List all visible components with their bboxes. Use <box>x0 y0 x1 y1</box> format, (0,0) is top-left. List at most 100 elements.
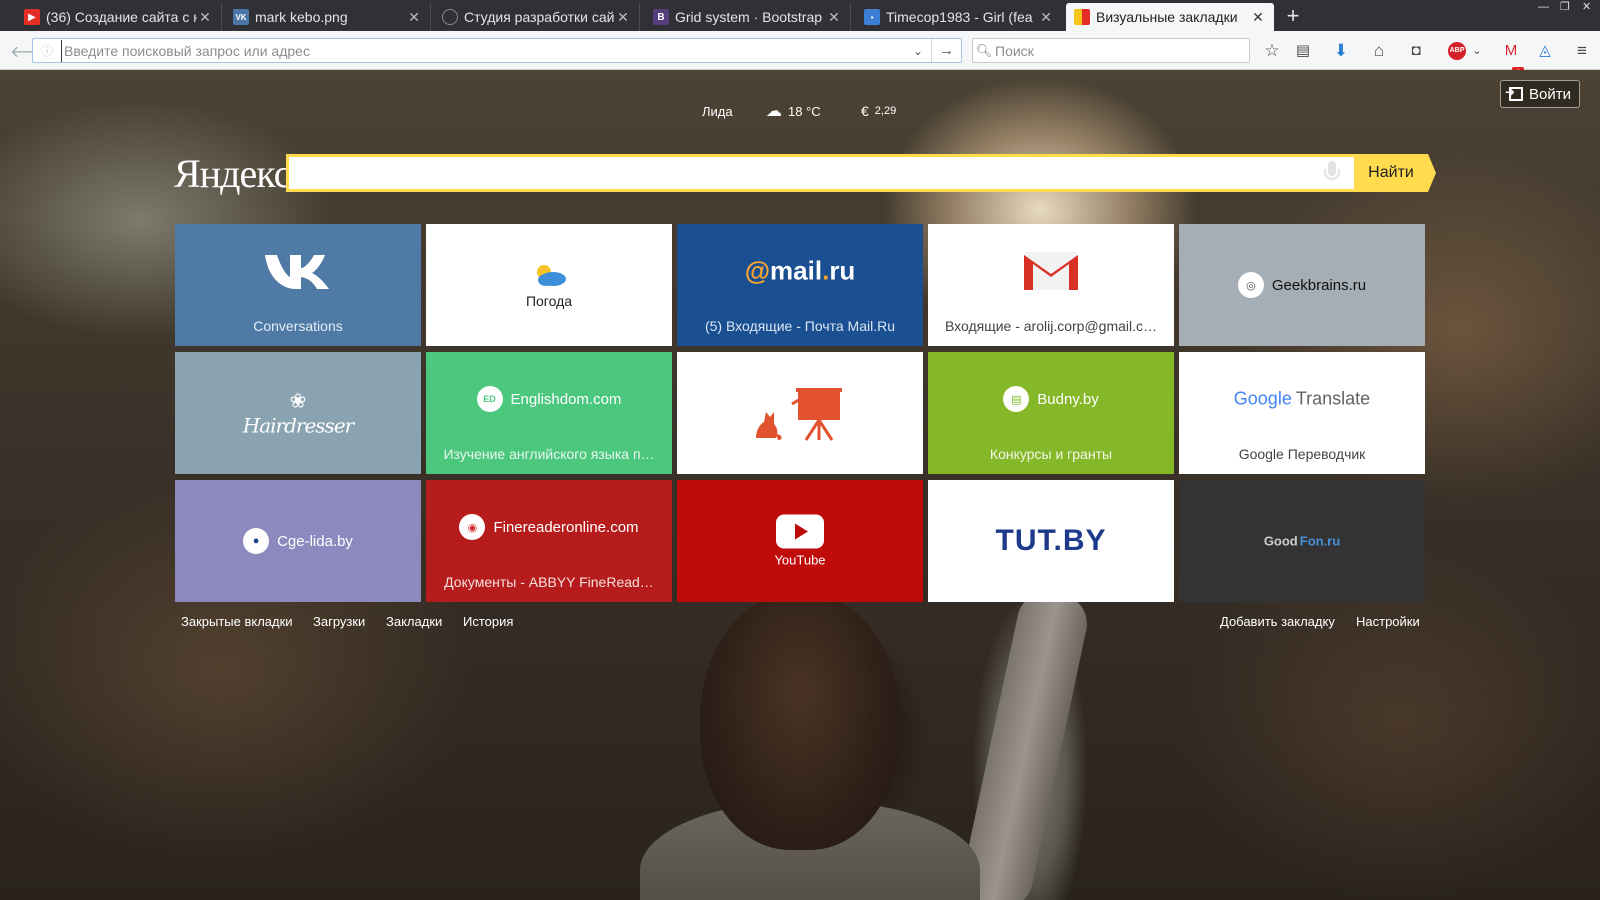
goodfon-logo-fon: Fon.ru <box>1299 533 1341 549</box>
photo-head <box>700 590 900 850</box>
adblock-icon[interactable]: ABP <box>1448 42 1466 60</box>
star-icon[interactable]: ☆ <box>1261 40 1283 62</box>
tab-studio[interactable]: Студия разработки сай ✕ <box>434 3 640 31</box>
weather-temperature: 18 °C <box>788 103 821 119</box>
tile-youtube[interactable]: YouTube <box>677 480 923 602</box>
tile-conversations[interactable]: Conversations <box>175 224 421 346</box>
vk-icon: VK <box>233 9 249 25</box>
youtube-icon: ▶ <box>24 9 40 25</box>
tile-geekbrains[interactable]: ◎ Geekbrains.ru <box>1179 224 1425 346</box>
download-icon[interactable]: ⬇ <box>1330 40 1352 62</box>
budny-icon: ▤ <box>1003 386 1030 412</box>
yandex-search-button[interactable]: Найти <box>1354 154 1428 192</box>
tile-tut-by[interactable]: TUT.BY <box>928 480 1174 602</box>
close-icon[interactable]: ✕ <box>406 9 422 26</box>
history-link[interactable]: История <box>463 614 513 629</box>
englishdom-content: ED Englishdom.com <box>426 386 672 412</box>
google-translate-logo: Google Translate <box>1179 389 1425 410</box>
geekbrains-label: Geekbrains.ru <box>1271 276 1367 294</box>
mail-icon[interactable]: M <box>1500 40 1522 62</box>
tab-title: Студия разработки сай <box>464 9 615 25</box>
search-input[interactable] <box>995 42 1249 59</box>
tab-bootstrap[interactable]: B Grid system · Bootstrap ✕ <box>645 3 851 31</box>
go-arrow-icon[interactable]: → <box>931 39 961 62</box>
finereader-label: Finereaderonline.com <box>493 518 639 536</box>
tile-finereader[interactable]: ◉ Finereaderonline.com Документы - ABBYY… <box>426 480 672 602</box>
close-icon[interactable]: ✕ <box>197 9 213 26</box>
currency-widget[interactable]: € 2,29 <box>861 100 896 122</box>
tile-goodfon[interactable]: Good Fon.ru <box>1179 480 1425 602</box>
tile-presentation[interactable] <box>677 352 923 474</box>
tab-youtube[interactable]: ▶ (36) Создание сайта с н ✕ <box>16 3 222 31</box>
sync-icon[interactable]: ◬ <box>1534 40 1556 62</box>
tile-cge-lida[interactable]: ● Cge-lida.by <box>175 480 421 602</box>
search-button-arrow <box>1428 154 1436 192</box>
tile-caption: Документы - ABBYY FineRead… <box>444 574 654 590</box>
photo-arm <box>957 586 1093 900</box>
tab-title: Timecop1983 - Girl (fea <box>886 9 1033 25</box>
tile-gmail[interactable]: Входящие - arolij.corp@gmail.c… <box>928 224 1174 346</box>
tile-hairdresser[interactable]: ❀ Hairdresser <box>175 352 421 474</box>
close-window-icon[interactable]: ✕ <box>1582 0 1591 14</box>
tile-budny[interactable]: ▤ Budny.by Конкурсы и гранты <box>928 352 1174 474</box>
login-button[interactable]: Войти <box>1500 80 1580 108</box>
tab-timecop[interactable]: ▪ Timecop1983 - Girl (fea ✕ <box>856 3 1062 31</box>
menu-icon[interactable]: ≡ <box>1571 40 1593 62</box>
yandex-logo[interactable]: Яндекс <box>174 150 291 197</box>
closed-tabs-link[interactable]: Закрытые вкладки <box>181 614 293 629</box>
settings-link[interactable]: Настройки <box>1356 614 1420 629</box>
bookmarks-link[interactable]: Закладки <box>386 614 442 629</box>
tile-caption: (5) Входящие - Почта Mail.Ru <box>704 318 896 334</box>
mail-ru-logo: @mail.ru <box>744 255 856 286</box>
chevron-down-icon[interactable]: ⌄ <box>1466 40 1488 62</box>
url-input[interactable] <box>61 39 905 62</box>
cge-lida-content: ● Cge-lida.by <box>175 528 421 554</box>
geekbrains-content: ◎ Geekbrains.ru <box>1179 272 1425 298</box>
vk-logo-icon <box>175 251 421 291</box>
close-icon[interactable]: ✕ <box>1038 9 1054 26</box>
yandex-bookmark-icon <box>1074 9 1090 25</box>
new-tab-button[interactable]: + <box>1280 3 1306 29</box>
downloads-link[interactable]: Загрузки <box>313 614 365 629</box>
weather-label: Погода <box>525 293 573 309</box>
cge-lida-icon: ● <box>243 528 270 554</box>
bootstrap-icon: B <box>653 9 669 25</box>
tile-englishdom[interactable]: ED Englishdom.com Изучение английского я… <box>426 352 672 474</box>
microphone-icon[interactable] <box>1322 161 1342 185</box>
close-icon[interactable]: ✕ <box>615 9 631 26</box>
tile-caption: Изучение английского языка п… <box>443 446 655 462</box>
presentation-icon <box>677 384 923 442</box>
weather-widget[interactable]: ☁ 18 °C <box>766 100 821 122</box>
close-icon[interactable]: ✕ <box>1250 9 1266 26</box>
chat-icon: ▪ <box>864 9 880 25</box>
yandex-search-input[interactable] <box>286 154 1354 192</box>
pocket-icon[interactable]: ◘ <box>1405 40 1427 62</box>
tab-vk[interactable]: VK mark kebo.png ✕ <box>225 3 431 31</box>
city-label[interactable]: Лида <box>702 100 733 122</box>
englishdom-icon: ED <box>476 386 503 412</box>
address-bar[interactable]: ⓘ ⌄ → <box>32 38 962 63</box>
home-icon[interactable]: ⌂ <box>1368 40 1390 62</box>
tile-mail-ru[interactable]: @mail.ru (5) Входящие - Почта Mail.Ru <box>677 224 923 346</box>
tab-strip: ▶ (36) Создание сайта с н ✕ VK mark kebo… <box>0 0 1600 31</box>
login-label: Войти <box>1529 85 1571 103</box>
tile-google-translate[interactable]: Google Translate Google Переводчик <box>1179 352 1425 474</box>
finereader-icon: ◉ <box>459 514 486 540</box>
search-bar[interactable]: 🔍︎ <box>972 38 1250 63</box>
gmail-icon <box>928 250 1174 292</box>
tab-title: Grid system · Bootstrap <box>675 9 823 25</box>
info-icon[interactable]: ⓘ <box>33 42 61 59</box>
add-bookmark-link[interactable]: Добавить закладку <box>1220 614 1335 629</box>
close-icon[interactable]: ✕ <box>826 9 842 26</box>
tab-visual-bookmarks[interactable]: Визуальные закладки ✕ <box>1066 3 1274 31</box>
tab-title: (36) Создание сайта с н <box>46 9 197 25</box>
currency-value: 2,29 <box>874 105 897 117</box>
youtube-label: YouTube <box>774 552 826 568</box>
tab-title: mark kebo.png <box>255 9 348 25</box>
chevron-down-icon[interactable]: ⌄ <box>905 44 931 58</box>
minimize-icon[interactable]: — <box>1538 0 1549 14</box>
restore-icon[interactable]: ❐ <box>1560 0 1570 14</box>
reading-list-icon[interactable]: ▤ <box>1292 40 1314 62</box>
tile-weather[interactable]: Погода <box>426 224 672 346</box>
flower-icon: ❀ <box>289 390 307 413</box>
